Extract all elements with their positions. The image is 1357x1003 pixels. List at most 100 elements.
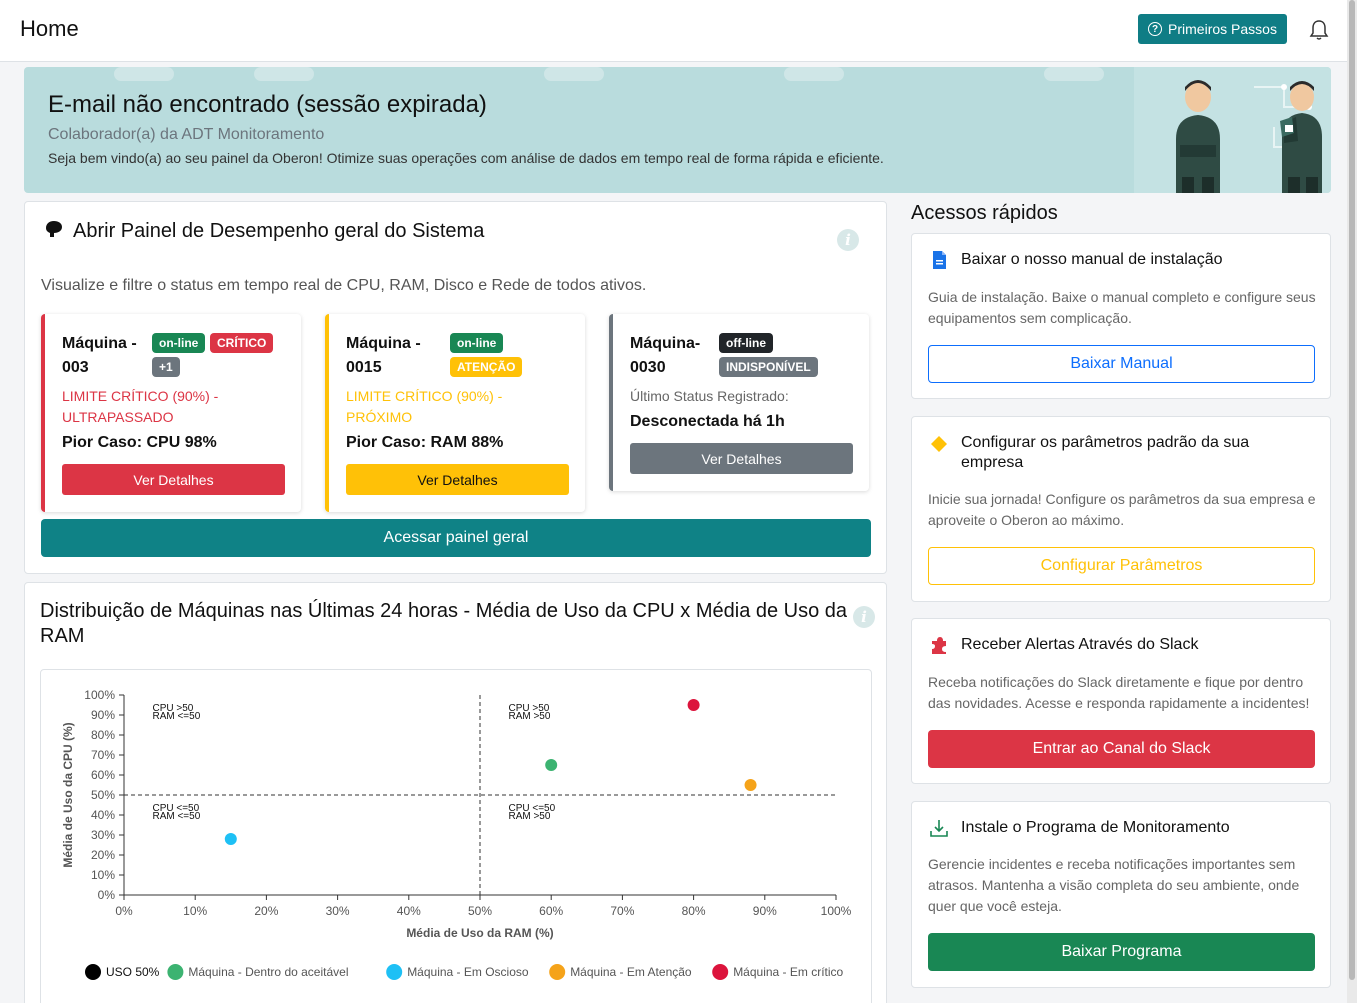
cloud-decoration [254,67,314,81]
machine-card-offline: Máquina- 0030 off-line INDISPONÍVEL Últi… [609,314,869,491]
ver-detalhes-button[interactable]: Ver Detalhes [346,464,569,495]
cloud-decoration [544,67,604,81]
data-point [545,759,558,771]
entrar-canal-slack-button[interactable]: Entrar ao Canal do Slack [928,730,1315,768]
status-bar [325,314,329,512]
y-tick-label: 60% [91,768,115,782]
quick-card-title: Configurar os parâmetros padrão da sua e… [961,434,1250,471]
top-bar: Home ? Primeiros Passos [0,0,1347,62]
quick-card-title: Instale o Programa de Monitoramento [961,819,1230,836]
quick-card-text: Guia de instalação. Baixe o manual compl… [928,289,1316,326]
last-status: Desconectada há 1h [630,413,785,430]
cloud-decoration [114,67,174,81]
scrollbar-thumb[interactable] [1349,0,1355,980]
quick-card-install: Instale o Programa de Monitoramento Gere… [911,801,1331,988]
ver-detalhes-button[interactable]: Ver Detalhes [62,464,285,495]
x-tick-label: 80% [682,904,706,918]
x-tick-label: 60% [539,904,563,918]
acessar-painel-geral-button[interactable]: Acessar painel geral [41,519,871,557]
primeiros-passos-label: Primeiros Passos [1168,21,1277,37]
x-axis-label: Média de Uso da RAM (%) [406,926,553,940]
cloud-decoration [1044,67,1104,81]
critical-badge: CRÍTICO [210,333,274,353]
security-team-illustration [1134,67,1331,193]
y-tick-label: 10% [91,868,115,882]
quadrant-label: RAM >50 [508,711,550,722]
machine-card-critical: Máquina - 003 on-line CRÍTICO +1 LIMITE … [41,314,301,512]
chart-container: 0% 10% 20% 30% 40% 50% 60% 70% 80% 90% 100% 0% 10% 20… [40,669,872,1003]
y-tick-label: 40% [91,808,115,822]
machine-card-attention: Máquina - 0015 on-line ATENÇÃO LIMITE CR… [325,314,585,512]
page-scrollbar[interactable] [1347,0,1357,1003]
performance-title: Abrir Painel de Desempenho geral do Sist… [73,220,485,242]
quick-card-text: Gerencie incidentes e receba notificaçõe… [928,856,1300,914]
machine-name: Máquina - 003 [62,335,137,376]
quick-card-text: Inicie sua jornada! Configure os parâmet… [928,491,1316,528]
info-icon[interactable]: i [837,229,859,251]
machine-name: Máquina - 0015 [346,335,421,376]
data-point [224,833,237,845]
quick-card-slack: Receber Alertas Através do Slack Receba … [911,618,1331,784]
distribution-title: Distribuição de Máquinas nas Últimas 24 … [40,600,848,647]
limit-text: LIMITE CRÍTICO (90%) - PRÓXIMO [346,388,503,425]
worst-case: Pior Caso: CPU 98% [62,434,217,451]
y-tick-label: 90% [91,708,115,722]
y-tick-label: 30% [91,828,115,842]
info-icon[interactable]: i [853,606,875,628]
baixar-manual-button[interactable]: Baixar Manual [928,345,1315,383]
quick-access-title: Acessos rápidos [911,202,1058,224]
y-tick-label: 0% [98,888,116,902]
y-tick-label: 50% [91,788,115,802]
legend-marker [85,964,101,980]
diamond-icon [931,436,947,452]
last-status-label: Último Status Registrado: [630,388,789,404]
unavailable-badge: INDISPONÍVEL [719,357,818,377]
status-bar [41,314,45,512]
performance-description: Visualize e filtre o status em tempo rea… [41,277,647,294]
legend-label: Máquina - Em Atenção [570,965,692,979]
quick-card-parameters: Configurar os parâmetros padrão da sua e… [911,416,1331,602]
bell-icon[interactable] [1309,19,1329,41]
document-icon [933,251,946,269]
cloud-decoration [784,67,844,81]
more-badge: +1 [152,357,180,377]
banner-role: Colaborador(a) da ADT Monitoramento [48,126,325,143]
x-tick-label: 30% [326,904,350,918]
data-point [687,699,700,711]
ver-detalhes-button[interactable]: Ver Detalhes [630,443,853,474]
x-tick-label: 70% [610,904,634,918]
puzzle-icon [932,637,946,654]
x-tick-label: 100% [821,904,852,918]
welcome-banner: E-mail não encontrado (sessão expirada) … [24,67,1331,193]
online-badge: on-line [152,333,206,353]
legend-marker [549,964,566,980]
quick-card-manual: Baixar o nosso manual de instalação Guia… [911,233,1331,399]
worst-case: Pior Caso: RAM 88% [346,434,504,451]
online-badge: on-line [450,333,504,353]
download-icon [930,820,948,837]
banner-title: E-mail não encontrado (sessão expirada) [48,91,487,118]
legend-marker [712,964,729,980]
x-tick-label: 40% [397,904,421,918]
baixar-programa-button[interactable]: Baixar Programa [928,933,1315,971]
banner-welcome: Seja bem vindo(a) ao seu painel da Obero… [48,150,884,166]
scatter-chart: 0% 10% 20% 30% 40% 50% 60% 70% 80% 90% 100% 0% 10% 20… [61,688,852,980]
legend-marker [386,964,403,980]
x-tick-label: 90% [753,904,777,918]
machine-name: Máquina- 0030 [630,335,701,376]
distribution-chart-card: Distribuição de Máquinas nas Últimas 24 … [24,582,887,1003]
legend-label: Máquina - Em Oscioso [407,965,529,979]
brain-icon [46,221,62,237]
limit-text: LIMITE CRÍTICO (90%) - ULTRAPASSADO [62,388,219,425]
page-title: Home [20,16,79,41]
primeiros-passos-button[interactable]: ? Primeiros Passos [1138,14,1287,44]
attention-badge: ATENÇÃO [450,357,523,377]
legend-label: Máquina - Dentro do aceitável [188,965,348,979]
y-tick-label: 20% [91,848,115,862]
y-tick-label: 70% [91,748,115,762]
performance-panel-card: Abrir Painel de Desempenho geral do Sist… [24,201,887,574]
configurar-parametros-button[interactable]: Configurar Parâmetros [928,547,1315,585]
legend-marker [167,964,184,980]
quick-card-title: Receber Alertas Através do Slack [961,636,1199,653]
quadrant-label: RAM <=50 [152,711,200,722]
